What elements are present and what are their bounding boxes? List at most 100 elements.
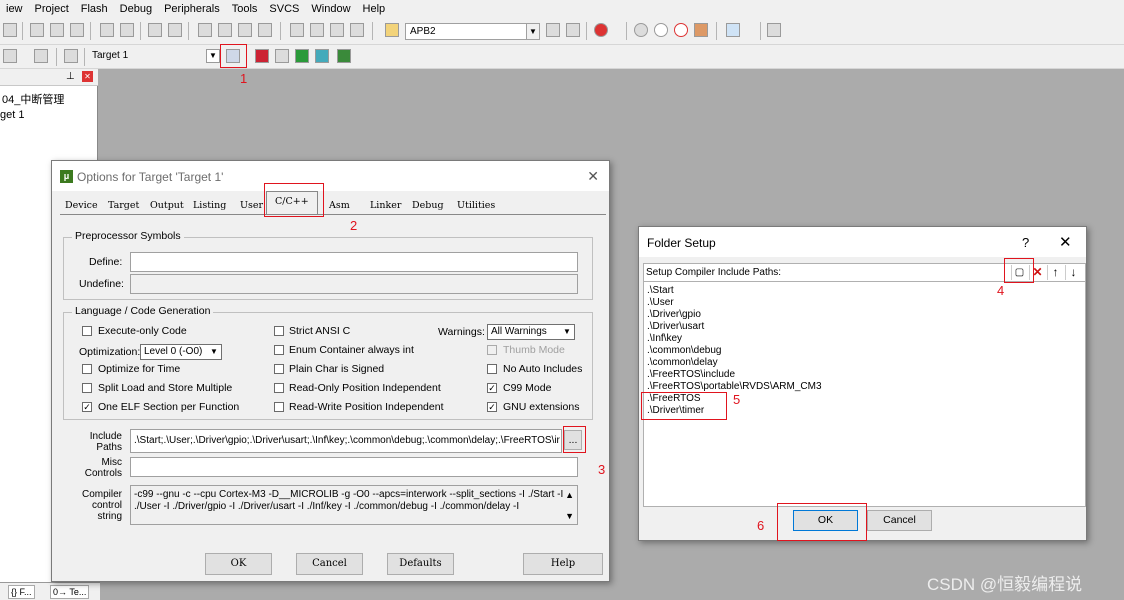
menu-view[interactable]: iew bbox=[0, 3, 29, 15]
menu-project[interactable]: Project bbox=[29, 3, 75, 15]
move-down-icon[interactable]: ↓ bbox=[1065, 265, 1081, 280]
menu-debug[interactable]: Debug bbox=[114, 3, 158, 15]
thumb-mode-checkbox[interactable] bbox=[487, 345, 497, 355]
undo-icon[interactable] bbox=[100, 23, 114, 37]
bookmark-icon[interactable] bbox=[198, 23, 212, 37]
defaults-button[interactable]: Defaults bbox=[387, 553, 454, 575]
incremental-find-icon[interactable] bbox=[566, 23, 580, 37]
cut-icon[interactable] bbox=[30, 23, 44, 37]
chevron-down-icon[interactable]: ▼ bbox=[526, 24, 539, 39]
find-in-files-icon[interactable] bbox=[385, 23, 399, 37]
scroll-down-icon[interactable]: ▼ bbox=[565, 510, 574, 522]
menu-window[interactable]: Window bbox=[305, 3, 356, 15]
target-select[interactable]: Target 1 bbox=[88, 48, 218, 65]
comment-icon[interactable] bbox=[330, 23, 344, 37]
optimization-select[interactable]: Level 0 (-O0) ▼ bbox=[140, 344, 222, 360]
plain-char-checkbox[interactable] bbox=[274, 364, 284, 374]
scroll-up-icon[interactable]: ▲ bbox=[565, 489, 574, 501]
no-auto-includes-checkbox[interactable] bbox=[487, 364, 497, 374]
list-item[interactable]: .\Inf\key bbox=[647, 333, 682, 344]
tab-functions[interactable]: {} F... bbox=[8, 585, 35, 599]
tab-utilities[interactable]: Utilities bbox=[454, 197, 498, 215]
strict-ansi-checkbox[interactable] bbox=[274, 326, 284, 336]
menu-flash[interactable]: Flash bbox=[75, 3, 114, 15]
tab-listing[interactable]: Listing bbox=[190, 197, 229, 215]
bookmark-clear-icon[interactable] bbox=[258, 23, 272, 37]
breakpoint-kill-icon[interactable] bbox=[674, 23, 688, 37]
c99-checkbox[interactable]: ✓ bbox=[487, 383, 497, 393]
tree-item-project[interactable]: 04_中断管理 bbox=[2, 91, 64, 107]
help-icon[interactable]: ? bbox=[1022, 235, 1029, 250]
gnu-ext-checkbox[interactable]: ✓ bbox=[487, 402, 497, 412]
close-icon[interactable]: ✕ bbox=[587, 168, 599, 185]
pack-installer-icon[interactable] bbox=[315, 49, 329, 63]
pin-icon[interactable]: ⊥ bbox=[66, 71, 75, 82]
copy-icon[interactable] bbox=[50, 23, 64, 37]
list-item[interactable]: .\common\debug bbox=[647, 345, 722, 356]
unindent-icon[interactable] bbox=[310, 23, 324, 37]
menu-help[interactable]: Help bbox=[357, 3, 392, 15]
load-icon[interactable] bbox=[64, 49, 78, 63]
list-item[interactable]: .\FreeRTOS\portable\RVDS\ARM_CM3 bbox=[647, 381, 822, 392]
tab-debug[interactable]: Debug bbox=[409, 197, 447, 215]
manage-components-icon[interactable] bbox=[255, 49, 269, 63]
select-packs-icon[interactable] bbox=[337, 49, 351, 63]
list-item[interactable]: .\common\delay bbox=[647, 357, 718, 368]
list-item[interactable]: .\FreeRTOS\include bbox=[647, 369, 735, 380]
execute-only-checkbox[interactable] bbox=[82, 326, 92, 336]
close-icon[interactable]: ✕ bbox=[82, 71, 93, 82]
save-all-icon[interactable] bbox=[3, 23, 17, 37]
list-item[interactable]: .\Driver\gpio bbox=[647, 309, 701, 320]
optimize-time-checkbox[interactable] bbox=[82, 364, 92, 374]
nav-back-icon[interactable] bbox=[148, 23, 162, 37]
bookmark-next-icon[interactable] bbox=[238, 23, 252, 37]
tree-item-target[interactable]: get 1 bbox=[0, 109, 24, 121]
list-item[interactable]: .\Driver\usart bbox=[647, 321, 704, 332]
breakpoint-insert-icon[interactable] bbox=[634, 23, 648, 37]
translate-icon[interactable] bbox=[3, 49, 17, 63]
file-extensions-icon[interactable] bbox=[275, 49, 289, 63]
ro-pi-checkbox[interactable] bbox=[274, 383, 284, 393]
tab-target[interactable]: Target bbox=[105, 197, 142, 215]
undefine-input[interactable] bbox=[130, 274, 578, 294]
find-icon[interactable] bbox=[546, 23, 560, 37]
debug-session-icon[interactable] bbox=[594, 23, 608, 37]
cancel-button[interactable]: Cancel bbox=[867, 510, 932, 531]
split-load-checkbox[interactable] bbox=[82, 383, 92, 393]
tab-output[interactable]: Output bbox=[147, 197, 187, 215]
rte-icon[interactable] bbox=[295, 49, 309, 63]
help-button[interactable]: Help bbox=[523, 553, 603, 575]
close-icon[interactable]: ✕ bbox=[1059, 233, 1072, 251]
define-input[interactable] bbox=[130, 252, 578, 272]
menu-peripherals[interactable]: Peripherals bbox=[158, 3, 226, 15]
uncomment-icon[interactable] bbox=[350, 23, 364, 37]
tab-device[interactable]: Device bbox=[62, 197, 101, 215]
redo-icon[interactable] bbox=[120, 23, 134, 37]
configure-wrench-icon[interactable] bbox=[767, 23, 781, 37]
list-item[interactable]: .\Start bbox=[647, 285, 674, 296]
include-paths-input[interactable]: .\Start;.\User;.\Driver\gpio;.\Driver\us… bbox=[130, 429, 562, 453]
breakpoint-list-icon[interactable] bbox=[694, 23, 708, 37]
device-combo[interactable]: APB2 ▼ bbox=[405, 23, 540, 40]
nav-forward-icon[interactable] bbox=[168, 23, 182, 37]
bookmark-prev-icon[interactable] bbox=[218, 23, 232, 37]
paste-icon[interactable] bbox=[70, 23, 84, 37]
list-item[interactable]: .\User bbox=[647, 297, 674, 308]
enum-container-checkbox[interactable] bbox=[274, 345, 284, 355]
move-up-icon[interactable]: ↑ bbox=[1047, 265, 1063, 280]
chevron-down-icon[interactable]: ▼ bbox=[206, 49, 220, 63]
tab-linker[interactable]: Linker bbox=[367, 197, 404, 215]
one-elf-checkbox[interactable]: ✓ bbox=[82, 402, 92, 412]
window-layout-icon[interactable] bbox=[726, 23, 740, 37]
rw-pi-checkbox[interactable] bbox=[274, 402, 284, 412]
download-icon[interactable] bbox=[34, 49, 48, 63]
cancel-button[interactable]: Cancel bbox=[296, 553, 363, 575]
indent-icon[interactable] bbox=[290, 23, 304, 37]
tab-templates[interactable]: 0→ Te... bbox=[50, 585, 90, 599]
menu-svcs[interactable]: SVCS bbox=[263, 3, 305, 15]
tab-user[interactable]: User bbox=[237, 197, 266, 215]
ok-button[interactable]: OK bbox=[205, 553, 272, 575]
menu-tools[interactable]: Tools bbox=[226, 3, 264, 15]
tab-asm[interactable]: Asm bbox=[326, 197, 353, 215]
warnings-select[interactable]: All Warnings ▼ bbox=[487, 324, 575, 340]
